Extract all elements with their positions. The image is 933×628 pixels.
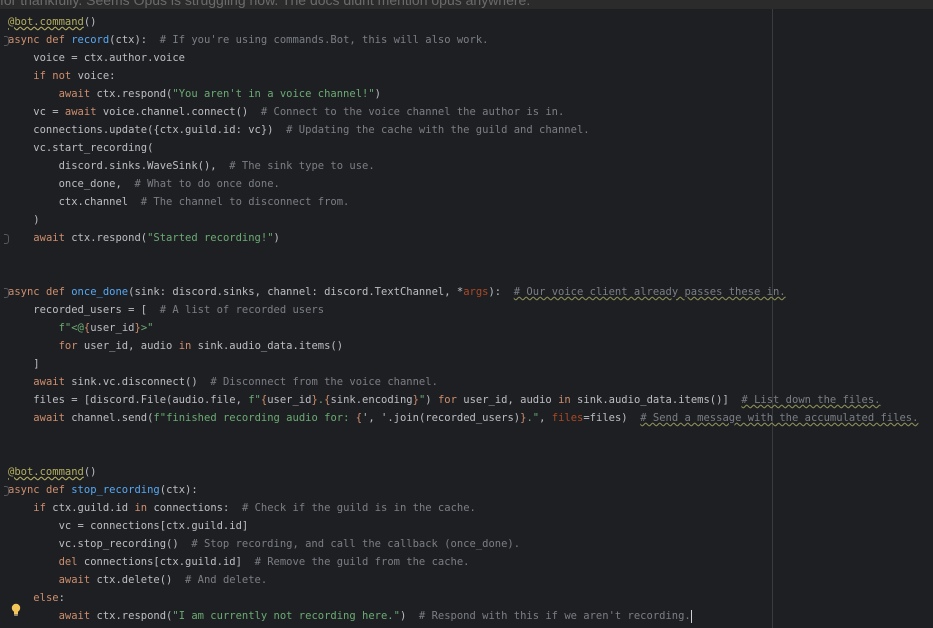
- code-line[interactable]: await ctx.respond("I am currently not re…: [8, 607, 918, 625]
- background-text-strip: for thankfully. Seems Opus is struggling…: [0, 0, 933, 9]
- code-line[interactable]: ctx.channel # The channel to disconnect …: [8, 193, 918, 211]
- code-line[interactable]: [8, 247, 918, 265]
- code-line[interactable]: files = [discord.File(audio.file, f"{use…: [8, 391, 918, 409]
- code-line[interactable]: for user_id, audio in sink.audio_data.it…: [8, 337, 918, 355]
- code-line[interactable]: async def record(ctx): # If you're using…: [4, 31, 918, 49]
- code-line[interactable]: await ctx.respond("Started recording!"): [4, 229, 918, 247]
- code-line[interactable]: async def stop_recording(ctx):: [4, 481, 918, 499]
- code-line[interactable]: recorded_users = [ # A list of recorded …: [8, 301, 918, 319]
- code-line[interactable]: await sink.vc.disconnect() # Disconnect …: [8, 373, 918, 391]
- code-line[interactable]: ]: [8, 355, 918, 373]
- code-line[interactable]: async def once_done(sink: discord.sinks,…: [4, 283, 918, 301]
- code-line[interactable]: f"<@{user_id}>": [8, 319, 918, 337]
- fold-marker-icon[interactable]: [4, 288, 9, 298]
- code-line[interactable]: await ctx.respond("You aren't in a voice…: [8, 85, 918, 103]
- code-line[interactable]: [8, 265, 918, 283]
- fold-marker-icon[interactable]: [4, 486, 9, 496]
- lightbulb-icon[interactable]: [10, 603, 22, 617]
- text-cursor: [690, 609, 692, 623]
- code-line[interactable]: if not voice:: [8, 67, 918, 85]
- code-line[interactable]: [8, 445, 918, 463]
- code-line[interactable]: vc = connections[ctx.guild.id]: [8, 517, 918, 535]
- code-line[interactable]: voice = ctx.author.voice: [8, 49, 918, 67]
- fold-marker-icon[interactable]: [4, 234, 9, 244]
- code-line[interactable]: await ctx.delete() # And delete.: [8, 571, 918, 589]
- code-lines[interactable]: @bot.command() async def record(ctx): # I…: [4, 13, 918, 625]
- code-line[interactable]: connections.update({ctx.guild.id: vc}) #…: [8, 121, 918, 139]
- code-line[interactable]: [8, 427, 918, 445]
- code-line[interactable]: if ctx.guild.id in connections: # Check …: [8, 499, 918, 517]
- code-line[interactable]: @bot.command(): [8, 463, 918, 481]
- background-text: for thankfully. Seems Opus is struggling…: [0, 0, 531, 8]
- fold-marker-icon[interactable]: [4, 36, 9, 46]
- code-editor[interactable]: @bot.command() async def record(ctx): # I…: [0, 9, 933, 628]
- code-line[interactable]: once_done, # What to do once done.: [8, 175, 918, 193]
- code-line[interactable]: ): [8, 211, 918, 229]
- code-line[interactable]: await channel.send(f"finished recording …: [8, 409, 918, 427]
- code-line[interactable]: vc.stop_recording() # Stop recording, an…: [8, 535, 918, 553]
- code-line[interactable]: vc = await voice.channel.connect() # Con…: [8, 103, 918, 121]
- code-line[interactable]: @bot.command(): [8, 13, 918, 31]
- code-line[interactable]: discord.sinks.WaveSink(), # The sink typ…: [8, 157, 918, 175]
- code-line[interactable]: del connections[ctx.guild.id] # Remove t…: [8, 553, 918, 571]
- code-line[interactable]: else:: [8, 589, 918, 607]
- code-line[interactable]: vc.start_recording(: [8, 139, 918, 157]
